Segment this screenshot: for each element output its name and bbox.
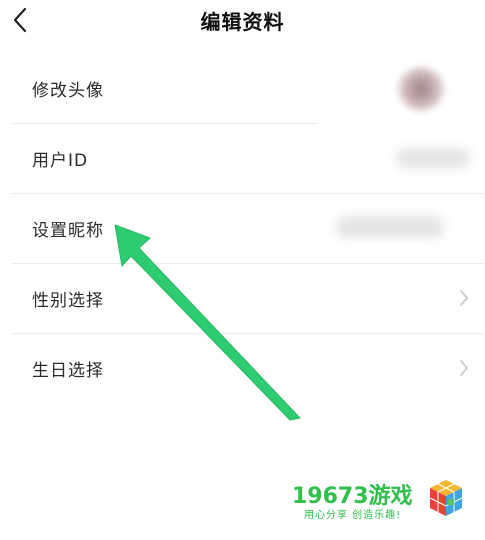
watermark-slogan: 用心分享 创造乐趣!	[304, 510, 402, 521]
header: 编辑资料	[0, 0, 485, 44]
menu-item-label: 性别选择	[32, 291, 104, 311]
menu-item-label: 设置昵称	[32, 221, 104, 241]
menu-item-user-id[interactable]: 用户ID	[0, 124, 485, 194]
chevron-right-icon	[460, 360, 468, 376]
avatar[interactable]	[396, 66, 446, 112]
page-title: 编辑资料	[200, 10, 285, 34]
chevron-right-icon	[460, 290, 468, 306]
watermark: 19673游戏 用心分享 创造乐趣!	[290, 476, 470, 526]
menu-item-birthday[interactable]: 生日选择	[0, 334, 485, 404]
menu-item-label: 用户ID	[32, 151, 89, 171]
nickname-value	[336, 216, 444, 238]
menu-item-set-nickname[interactable]: 设置昵称	[0, 194, 485, 264]
user-id-value	[396, 148, 470, 168]
edit-profile-page: 编辑资料 修改头像 用户ID 设置昵称 性别选择 生日选择 19673游戏 用心…	[0, 0, 485, 540]
cube-logo-icon	[429, 480, 463, 516]
settings-menu: 修改头像 用户ID 设置昵称 性别选择 生日选择	[0, 54, 485, 404]
menu-item-gender[interactable]: 性别选择	[0, 264, 485, 334]
menu-item-label: 修改头像	[32, 81, 104, 101]
menu-item-change-avatar[interactable]: 修改头像	[0, 54, 485, 124]
menu-item-label: 生日选择	[32, 361, 104, 381]
